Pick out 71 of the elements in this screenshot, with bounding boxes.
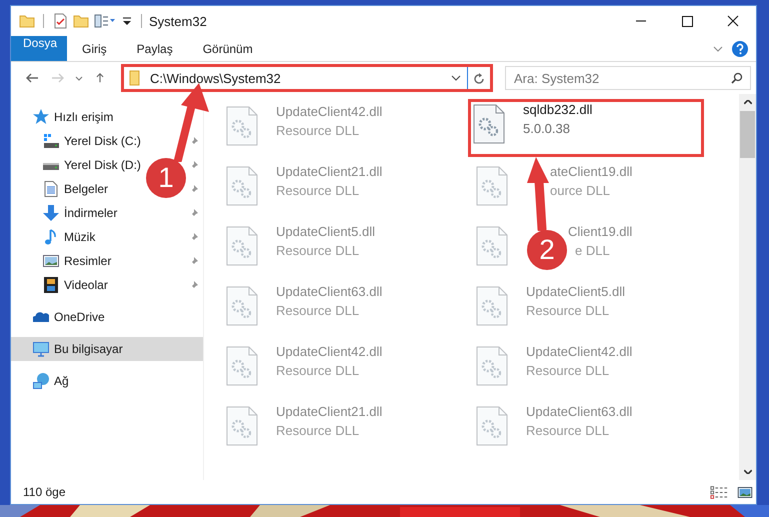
music-note-icon xyxy=(43,229,59,245)
file-item[interactable]: sqldb232.dll 5.0.0.38 xyxy=(468,99,704,157)
file-name: sqldb232.dll xyxy=(523,102,592,117)
sidebar-item[interactable]: Videolar xyxy=(11,273,112,297)
back-icon[interactable] xyxy=(25,73,39,83)
ribbon-tab[interactable]: Görünüm xyxy=(190,36,265,61)
sidebar-item[interactable]: Belgeler xyxy=(11,177,112,201)
customize-icon[interactable] xyxy=(121,15,133,27)
sidebar-item[interactable]: Ağ xyxy=(11,369,73,393)
file-name: UpdateClient63.dll xyxy=(276,284,382,299)
star-icon xyxy=(33,109,49,125)
cloud-icon xyxy=(33,309,49,325)
file-name: UpdateClient42.dll xyxy=(276,344,382,359)
file-name: ateClient19.dll xyxy=(550,164,632,179)
file-description: Resource DLL xyxy=(526,303,610,318)
search-icon xyxy=(731,72,743,84)
sidebar-item[interactable]: Hızlı erişim xyxy=(11,105,118,129)
document-icon xyxy=(43,181,59,197)
details-view-icon[interactable] xyxy=(710,484,728,500)
image-icon xyxy=(43,253,59,269)
file-name: UpdateClient21.dll xyxy=(276,164,382,179)
item-count: 110 öge xyxy=(23,485,66,499)
file-description: ource DLL xyxy=(550,183,610,198)
chevron-icon[interactable] xyxy=(712,44,724,52)
file-name: UpdateClient21.dll xyxy=(276,404,382,419)
file-description: 5.0.0.38 xyxy=(523,121,570,136)
file-name: UpdateClient63.dll xyxy=(526,404,632,419)
ribbon-tab[interactable]: Giriş xyxy=(70,36,119,61)
file-menu-tab[interactable]: Dosya xyxy=(11,36,67,61)
arrow-icon xyxy=(526,157,550,231)
file-description: Resource DLL xyxy=(276,243,360,258)
file-name: UpdateClient5.dll xyxy=(276,224,376,239)
monitor-icon xyxy=(33,341,49,357)
file-description: Resource DLL xyxy=(526,423,610,438)
download-arrow-icon xyxy=(43,205,59,221)
checklist-icon[interactable] xyxy=(52,13,68,29)
file-name: Client19.dll xyxy=(568,224,632,239)
help-icon[interactable] xyxy=(732,40,748,56)
scroll-up-icon[interactable] xyxy=(744,100,752,105)
file-description: Resource DLL xyxy=(276,303,360,318)
properties-icon[interactable] xyxy=(94,13,116,29)
address-bar[interactable]: C:\Windows\System32 xyxy=(121,64,493,92)
file-description: Resource DLL xyxy=(276,423,360,438)
sidebar-item[interactable]: Resimler xyxy=(11,249,116,273)
file-name: UpdateClient42.dll xyxy=(276,104,382,119)
network-icon xyxy=(33,373,49,389)
dropdown-icon[interactable] xyxy=(451,75,461,81)
scroll-down-icon[interactable] xyxy=(744,469,752,474)
file-description: e DLL xyxy=(575,243,610,258)
file-description: Resource DLL xyxy=(276,123,360,138)
scrollbar[interactable] xyxy=(739,94,756,480)
address-path: C:\Windows\System32 xyxy=(150,70,282,86)
window-title: System32 xyxy=(149,14,208,28)
film-icon xyxy=(43,277,59,293)
drive-icon xyxy=(43,133,59,149)
sidebar-item[interactable]: Yerel Disk (D:) xyxy=(11,153,145,177)
search-field[interactable]: Ara: System32 xyxy=(505,66,751,90)
large-icons-view-icon[interactable] xyxy=(736,484,754,500)
scrollbar-thumb[interactable] xyxy=(740,111,755,158)
sidebar-item[interactable]: Yerel Disk (C:) xyxy=(11,129,145,153)
sidebar-item[interactable]: İndirmeler xyxy=(11,201,122,225)
sidebar-item[interactable]: Bu bilgisayar xyxy=(11,337,203,361)
file-description: Resource DLL xyxy=(276,363,360,378)
sidebar-item[interactable]: Müzik xyxy=(11,225,100,249)
file-description: Resource DLL xyxy=(526,363,610,378)
recent-locations-icon[interactable] xyxy=(75,76,83,80)
file-name: UpdateClient42.dll xyxy=(526,344,632,359)
ribbon-tab[interactable]: Paylaş xyxy=(124,36,185,61)
file-name: UpdateClient5.dll xyxy=(526,284,626,299)
sidebar-item[interactable]: OneDrive xyxy=(11,305,109,329)
file-description: Resource DLL xyxy=(276,183,360,198)
